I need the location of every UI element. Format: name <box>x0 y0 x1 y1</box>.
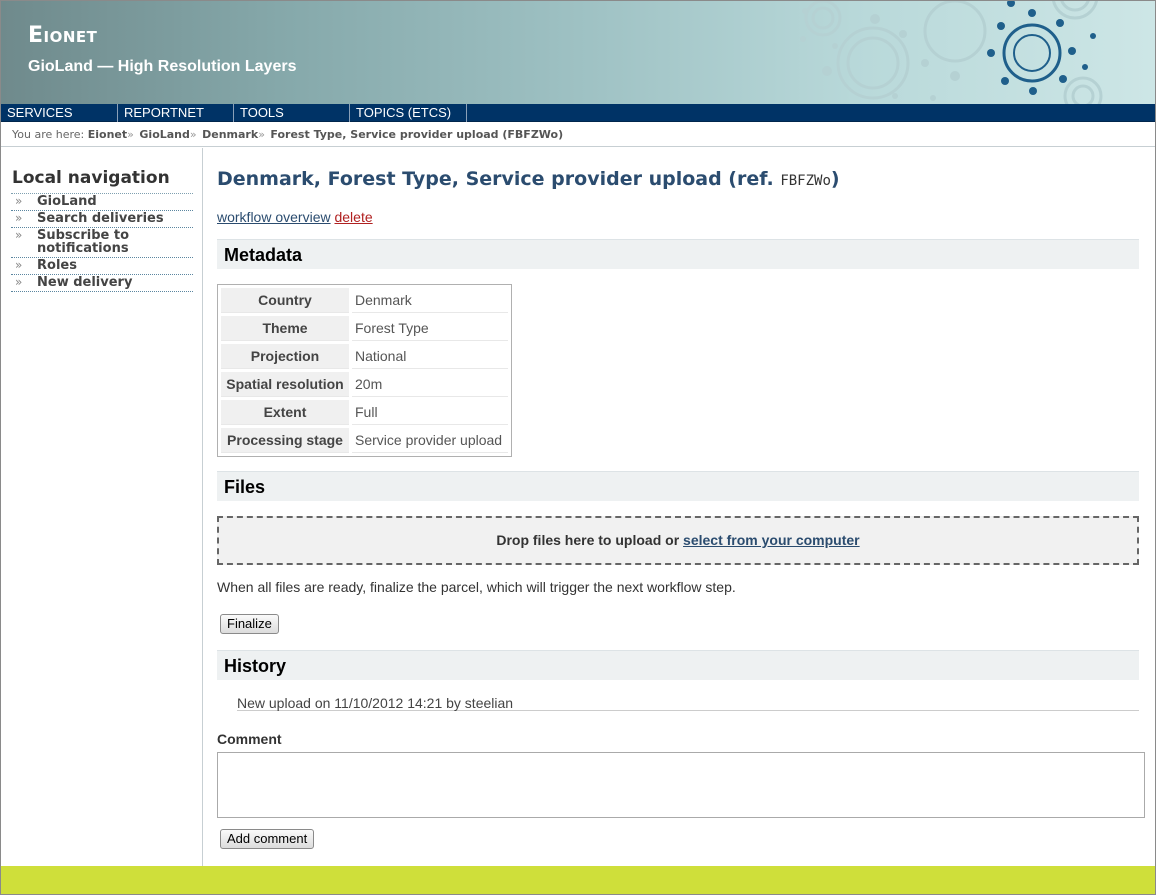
page-title-end: ) <box>830 168 840 190</box>
chevron-right-icon: » <box>15 194 23 208</box>
metadata-value: Service provider upload <box>352 428 508 453</box>
workflow-overview-link[interactable]: workflow overview <box>217 209 331 225</box>
site-header: Eionet GioLand — High Resolution Layers <box>1 1 1155 104</box>
history-heading: History <box>217 650 1139 680</box>
select-files-link[interactable]: select from your computer <box>683 532 860 548</box>
envelope-actions: workflow overview delete <box>217 209 373 225</box>
chevron-right-icon: » <box>15 275 23 289</box>
local-navigation-title: Local navigation <box>12 168 170 188</box>
files-heading: Files <box>217 471 1139 501</box>
page-title-text: Denmark, Forest Type, Service provider u… <box>217 168 774 190</box>
localnav-item-label: GioLand <box>37 194 97 209</box>
metadata-value: 20m <box>352 372 508 397</box>
topnav-services[interactable]: SERVICES <box>1 104 118 122</box>
table-row: Theme Forest Type <box>221 316 508 341</box>
chevron-right-icon: » <box>15 228 23 242</box>
history-entry: New upload on 11/10/2012 14:21 by steeli… <box>237 695 1139 711</box>
localnav-item-new-delivery[interactable]: » New delivery <box>11 275 193 292</box>
reference-code: FBFZWo <box>780 173 831 189</box>
site-subtitle: GioLand — High Resolution Layers <box>28 58 297 75</box>
metadata-key: Country <box>221 288 349 313</box>
chevron-right-icon: » <box>15 258 23 272</box>
breadcrumb-item-eionet[interactable]: Eionet <box>88 128 127 141</box>
delete-link[interactable]: delete <box>334 209 372 225</box>
metadata-value: Forest Type <box>352 316 508 341</box>
table-row: Extent Full <box>221 400 508 425</box>
breadcrumb-item-denmark[interactable]: Denmark <box>202 128 258 141</box>
comment-label: Comment <box>217 731 282 747</box>
topnav-tools[interactable]: TOOLS <box>234 104 350 122</box>
add-comment-button[interactable]: Add comment <box>220 829 315 849</box>
metadata-value: Full <box>352 400 508 425</box>
metadata-key: Extent <box>221 400 349 425</box>
site-title[interactable]: Eionet <box>28 23 97 48</box>
metadata-key: Spatial resolution <box>221 372 349 397</box>
breadcrumb: You are here: Eionet» GioLand» Denmark» … <box>1 123 1155 147</box>
metadata-value: National <box>352 344 508 369</box>
localnav-item-label: New delivery <box>37 275 133 290</box>
header-circles-decoration <box>800 1 1103 104</box>
table-row: Projection National <box>221 344 508 369</box>
localnav-item-label: Roles <box>37 258 77 273</box>
localnav-item-gioland[interactable]: » GioLand <box>11 194 193 211</box>
breadcrumb-separator: » <box>127 128 134 141</box>
comment-textarea[interactable] <box>217 752 1145 818</box>
metadata-heading: Metadata <box>217 239 1139 269</box>
table-row: Country Denmark <box>221 288 508 313</box>
left-column: Local navigation » GioLand » Search delive… <box>1 148 203 866</box>
chevron-right-icon: » <box>15 211 23 225</box>
metadata-key: Projection <box>221 344 349 369</box>
table-row: Spatial resolution 20m <box>221 372 508 397</box>
page-title: Denmark, Forest Type, Service provider u… <box>217 168 840 190</box>
localnav-item-label: Search deliveries <box>37 211 164 226</box>
breadcrumb-item-current: Forest Type, Service provider upload (FB… <box>270 128 564 141</box>
topnav-topics[interactable]: TOPICS (ETCS) <box>350 104 467 122</box>
local-navigation: » GioLand » Search deliveries » Subscribe t… <box>11 193 193 292</box>
top-navigation: SERVICES REPORTNET TOOLS TOPICS (ETCS) <box>1 104 1155 122</box>
localnav-item-subscribe[interactable]: » Subscribe to notifications <box>11 228 193 258</box>
localnav-item-roles[interactable]: » Roles <box>11 258 193 275</box>
table-row: Processing stage Service provider upload <box>221 428 508 453</box>
metadata-value: Denmark <box>352 288 508 313</box>
localnav-item-label: Subscribe to notifications <box>37 228 130 256</box>
metadata-table: Country Denmark Theme Forest Type Projecti… <box>217 284 512 457</box>
breadcrumb-separator: » <box>258 128 265 141</box>
breadcrumb-item-gioland[interactable]: GioLand <box>139 128 190 141</box>
page-footer <box>1 866 1155 894</box>
file-dropzone[interactable]: Drop files here to upload or select from… <box>217 516 1139 565</box>
metadata-key: Theme <box>221 316 349 341</box>
topnav-reportnet[interactable]: REPORTNET <box>118 104 234 122</box>
metadata-key: Processing stage <box>221 428 349 453</box>
dropzone-text: Drop files here to upload or <box>496 532 680 548</box>
localnav-item-search-deliveries[interactable]: » Search deliveries <box>11 211 193 228</box>
breadcrumb-prefix: You are here: <box>12 128 85 141</box>
finalize-info-text: When all files are ready, finalize the p… <box>217 579 736 595</box>
finalize-button[interactable]: Finalize <box>220 614 279 634</box>
breadcrumb-separator: » <box>189 128 197 141</box>
